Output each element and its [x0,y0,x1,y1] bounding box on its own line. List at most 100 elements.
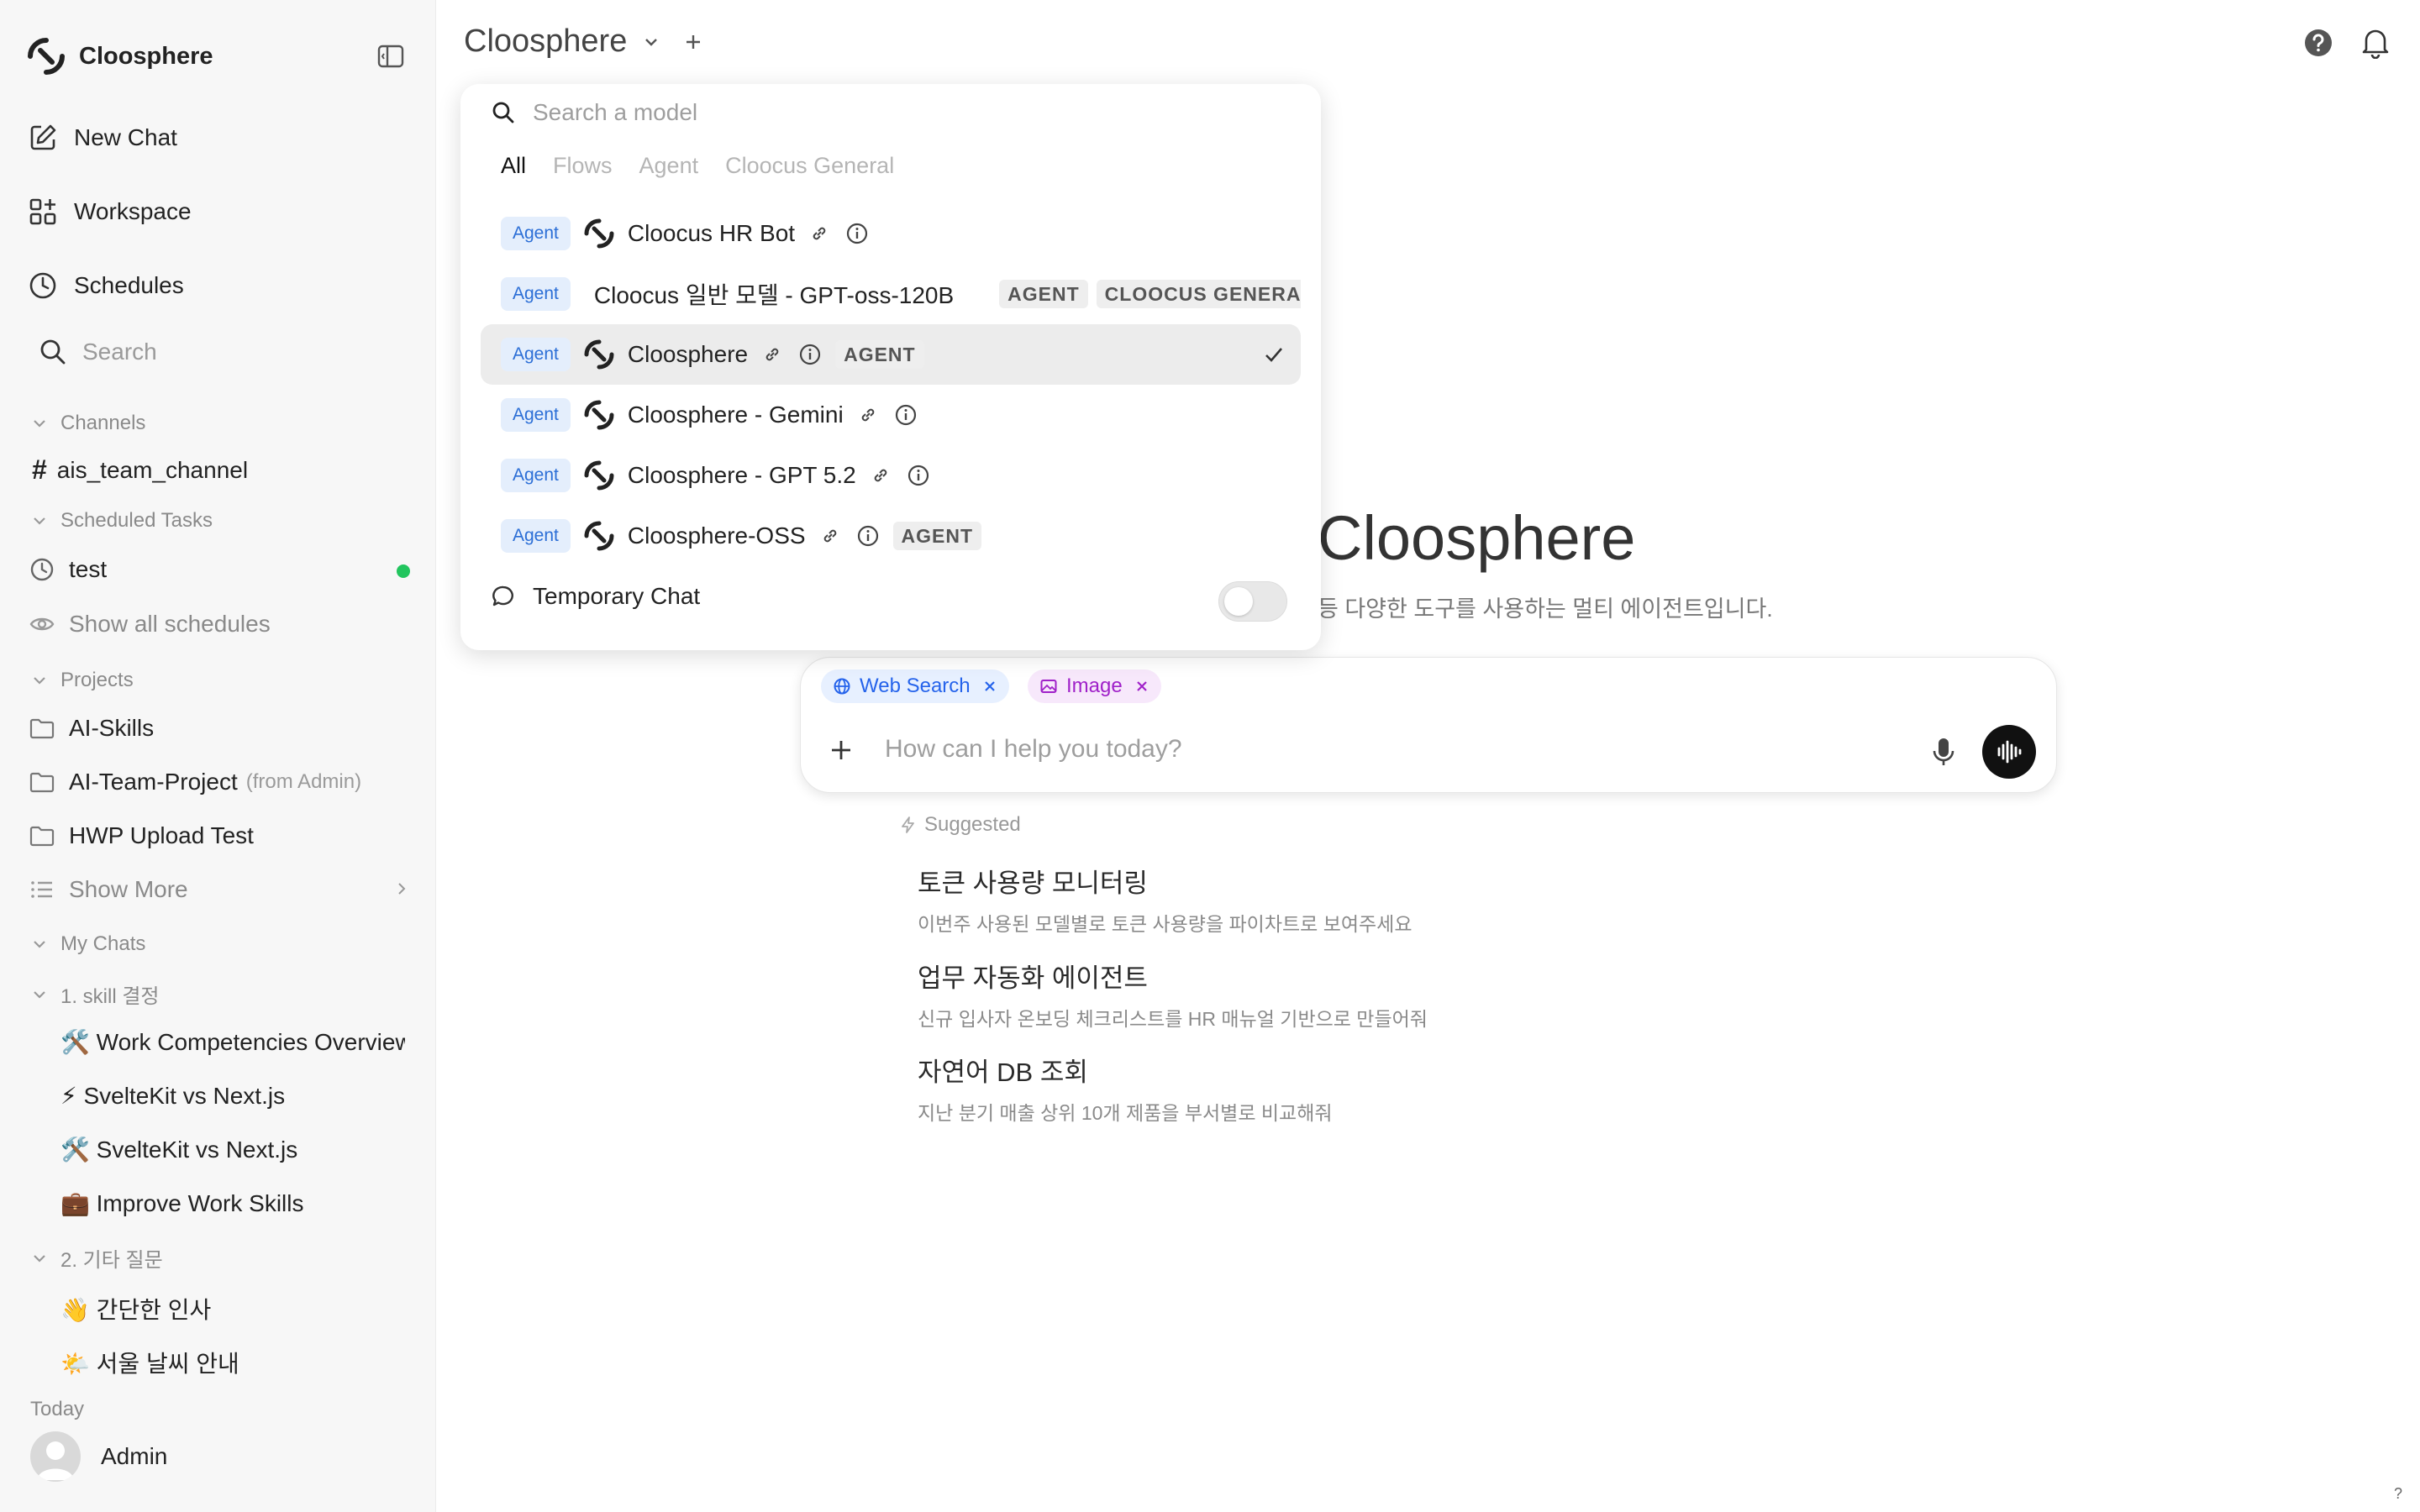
project-item[interactable]: HWP Upload Test [29,822,254,849]
today-header: Today [30,1398,84,1421]
chevron-down-icon [34,1254,45,1263]
folder-icon [29,826,55,847]
hash-icon: # [32,454,47,485]
chevron-down-icon [34,677,45,685]
chat-folder-label: 2. 기타 질문 [60,1249,163,1272]
scheduled-tasks-header[interactable]: Scheduled Tasks [30,509,213,533]
link-icon[interactable] [821,527,839,545]
suggestion-item[interactable]: 자연어 DB 조회 지난 분기 매출 상위 10개 제품을 부서별로 비교해줘 [918,1051,1333,1126]
link-icon[interactable] [763,345,781,364]
model-option[interactable]: Agent Cloocus 일반 모델 - GPT-oss-120B AGENT… [481,264,1301,324]
info-icon[interactable] [845,222,869,245]
globe-icon [834,678,850,695]
channel-item[interactable]: # ais_team_channel [29,454,248,486]
close-icon[interactable] [1134,679,1150,694]
project-item[interactable]: AI-Team-Project (from Admin) [29,769,361,795]
brand[interactable]: Cloosphere [25,35,213,77]
suggestion-title: 토큰 사용량 모니터링 [918,869,1148,898]
show-more-label: Show More [69,876,188,902]
close-icon[interactable] [982,679,997,694]
model-option[interactable]: Agent Cloosphere - Gemini [481,385,1301,445]
info-icon[interactable] [907,464,930,487]
sidebar: Cloosphere New Chat Workspace Schedules [0,0,436,1512]
toggle-knob [1224,587,1253,616]
model-option[interactable]: Agent Cloosphere-OSS AGENT [481,506,1301,566]
cloosphere-logo-icon [28,38,65,75]
channels-header-label: Channels [60,412,146,434]
schedules-label: Schedules [74,272,184,298]
model-tag: AGENT [892,522,982,550]
tab-flows[interactable]: Flows [553,153,613,179]
model-name: Cloosphere - Gemini [627,402,844,428]
suggestion-item[interactable]: 업무 자동화 에이전트 신규 입사자 온보딩 체크리스트를 HR 매뉴얼 기반으… [918,957,1428,1032]
temporary-chat-toggle[interactable] [1218,581,1287,622]
cloosphere-logo-icon [584,460,614,491]
schedules-button[interactable]: Schedules [27,270,184,302]
user-menu[interactable]: Admin [30,1431,168,1482]
link-icon[interactable] [810,224,829,243]
suggestion-desc: 신규 입사자 온보딩 체크리스트를 HR 매뉴얼 기반으로 만들어줘 [918,1008,1428,1030]
search-icon [40,339,66,365]
link-icon[interactable] [859,406,877,424]
model-tag: AGENT [999,280,1088,308]
model-option[interactable]: Agent Cloocus HR Bot [481,203,1301,264]
suggestion-item[interactable]: 토큰 사용량 모니터링 이번주 사용된 모델별로 토큰 사용량을 파이차트로 보… [918,862,1413,937]
chat-item[interactable]: 🌤️ 서울 날씨 안내 [60,1346,405,1379]
info-icon[interactable] [798,343,822,366]
image-chip[interactable]: Image [1028,669,1161,703]
scheduled-task-item[interactable]: test [29,556,107,583]
tab-agent[interactable]: Agent [639,153,699,179]
link-icon[interactable] [871,466,890,485]
projects-header[interactable]: Projects [30,669,134,692]
workspace-button[interactable]: Workspace [27,196,192,228]
chat-folder-header[interactable]: 1. skill 결정 [30,979,160,1009]
chat-folder-header[interactable]: 2. 기타 질문 [30,1243,163,1273]
sidebar-toggle-icon[interactable] [376,42,405,71]
edit-icon [30,124,56,150]
add-model-icon[interactable] [682,31,704,53]
model-name: Cloosphere [627,341,749,367]
help-icon[interactable] [2302,27,2334,59]
project-item[interactable]: AI-Skills [29,715,154,742]
project-label: AI-Skills [69,715,155,741]
chat-item[interactable]: 🛠️ Work Competencies Overview [60,1028,405,1056]
bell-icon[interactable] [2360,25,2391,59]
chat-item[interactable]: 💼 Improve Work Skills [60,1189,405,1217]
user-name: Admin [101,1443,168,1469]
microphone-icon[interactable] [1928,735,1959,769]
chat-folder-label: 1. skill 결정 [60,985,160,1008]
hero-subtitle: 등 다양한 도구를 사용하는 멀티 에이전트입니다. [1318,596,1773,622]
temporary-chat-row: Temporary Chat [491,583,700,610]
agent-badge: Agent [501,277,571,311]
model-selector[interactable]: Cloosphere [464,24,704,60]
tab-cloocus-general[interactable]: Cloocus General [725,153,894,179]
my-chats-header[interactable]: My Chats [30,932,145,956]
agent-badge: Agent [501,217,571,250]
show-more-projects-button[interactable]: Show More [29,876,188,903]
list-icon [31,881,52,898]
chat-item[interactable]: 👋 간단한 인사 [60,1292,405,1326]
chat-input[interactable]: How can I help you today? [885,735,1182,764]
new-chat-button[interactable]: New Chat [27,122,177,154]
user-silhouette-icon [37,1441,74,1480]
chat-item[interactable]: 🛠️ SvelteKit vs Next.js [60,1136,405,1163]
chevron-down-icon [34,941,45,948]
project-label: AI-Team-Project [69,769,238,795]
show-all-schedules-button[interactable]: Show all schedules [29,611,271,638]
model-option[interactable]: Agent Cloosphere - GPT 5.2 [481,445,1301,506]
sidebar-search[interactable]: Search [39,338,157,366]
temporary-chat-label: Temporary Chat [533,583,701,609]
chevron-right-icon [398,883,406,895]
web-search-chip[interactable]: Web Search [821,669,1009,703]
attach-plus-icon[interactable] [828,737,855,764]
info-icon[interactable] [894,403,918,427]
info-icon[interactable] [856,524,880,548]
chat-item[interactable]: ⚡ SvelteKit vs Next.js [60,1082,405,1110]
model-search-input[interactable]: Search a model [491,99,697,126]
channels-header[interactable]: Channels [30,412,145,435]
suggested-header: Suggested [899,813,1021,837]
tab-all[interactable]: All [501,153,526,179]
help-corner-button[interactable]: ? [2385,1480,2412,1507]
voice-mode-button[interactable] [1982,725,2036,779]
model-option-selected[interactable]: Agent Cloosphere AGENT [481,324,1301,385]
